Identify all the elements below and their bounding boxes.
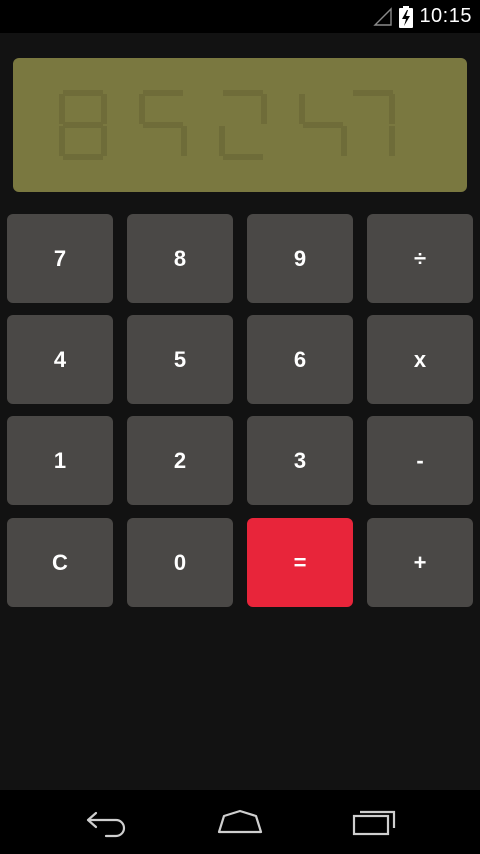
status-bar: 10:15 [0,0,480,33]
recents-icon[interactable] [350,806,398,838]
key-1-button[interactable]: 1 [7,416,113,505]
signal-icon [373,6,393,27]
home-icon[interactable] [216,806,264,838]
battery-charging-icon [399,5,414,28]
key-2-button[interactable]: 2 [127,416,233,505]
subtract-button[interactable]: - [367,416,473,505]
add-button[interactable]: + [367,518,473,607]
back-icon[interactable] [82,806,130,838]
key-6-button[interactable]: 6 [247,315,353,404]
divide-button[interactable]: ÷ [367,214,473,303]
key-9-button[interactable]: 9 [247,214,353,303]
clear-button[interactable]: C [7,518,113,607]
navigation-bar [0,790,480,854]
key-5-button[interactable]: 5 [127,315,233,404]
calculator-display [13,58,467,192]
equals-button[interactable]: = [247,518,353,607]
key-8-button[interactable]: 8 [127,214,233,303]
key-7-button[interactable]: 7 [7,214,113,303]
key-3-button[interactable]: 3 [247,416,353,505]
calculator-app: 7 8 9 ÷ 4 5 6 x 1 2 3 - C 0 = + [0,33,480,790]
status-icons: 10:15 [373,0,472,33]
multiply-button[interactable]: x [367,315,473,404]
display-segment-ghost [59,90,395,160]
key-4-button[interactable]: 4 [7,315,113,404]
status-clock: 10:15 [419,5,472,27]
key-0-button[interactable]: 0 [127,518,233,607]
